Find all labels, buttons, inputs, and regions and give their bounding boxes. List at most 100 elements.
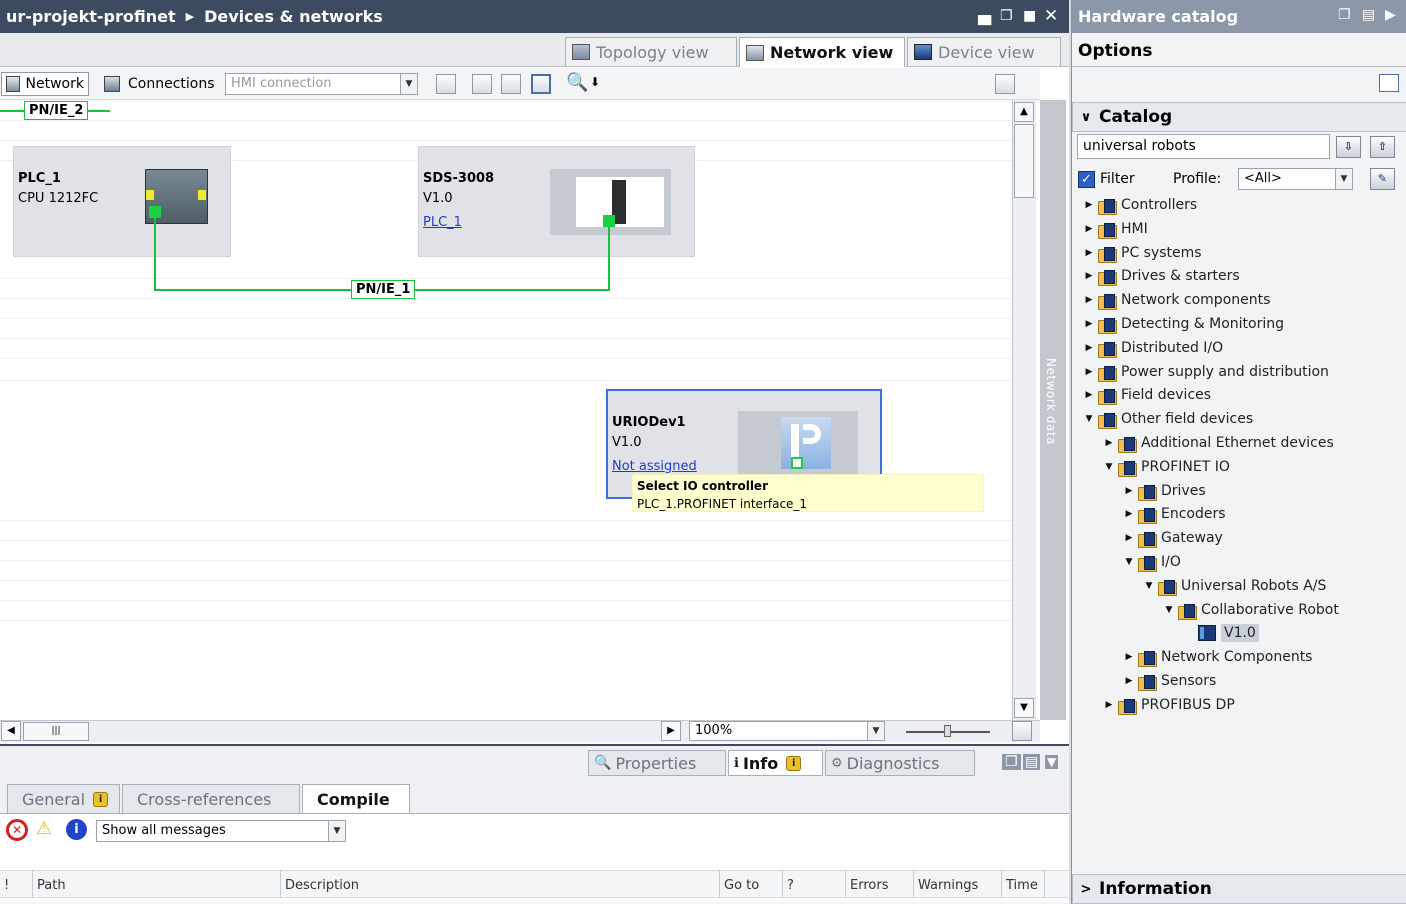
network-data-panel[interactable]: Network data xyxy=(1040,100,1066,720)
collapse-arrow-icon[interactable]: ▼ xyxy=(1124,554,1134,570)
tab-topology-view[interactable]: Topology view xyxy=(565,37,737,66)
options-view-icon[interactable] xyxy=(1379,74,1399,92)
interface-icon[interactable] xyxy=(472,74,492,94)
catalog-tree-item[interactable]: ▼ Universal Robots A/S xyxy=(1144,576,1326,596)
expand-arrow-icon[interactable]: ▶ xyxy=(1084,221,1094,237)
filter-checkbox[interactable]: ✓ xyxy=(1078,171,1095,188)
column-header[interactable]: ! xyxy=(0,870,33,898)
expand-arrow-icon[interactable]: ▶ xyxy=(1124,483,1134,499)
connections-mode-button[interactable]: Connections xyxy=(99,72,221,96)
catalog-tree-item[interactable]: ▶ Controllers xyxy=(1084,195,1197,215)
table-toggle-icon[interactable] xyxy=(531,74,551,94)
expand-arrow-icon[interactable]: ▶ xyxy=(1084,197,1094,213)
catalog-tree-item[interactable]: ▶ Additional Ethernet devices xyxy=(1104,433,1334,453)
catalog-tree-item[interactable]: ▶ Gateway xyxy=(1124,528,1223,549)
catalog-tree-item[interactable]: ▼ Other field devices xyxy=(1084,409,1253,430)
search-next-icon[interactable]: ⇩ xyxy=(1336,136,1361,158)
information-section-header[interactable]: > Information xyxy=(1072,874,1406,904)
close-icon[interactable]: ✕ xyxy=(1044,6,1058,26)
network-canvas[interactable]: PN/IE_2 PLC_1 CPU 1212FC SDS-3008 V1.0 P… xyxy=(0,100,1012,720)
expand-arrow-icon[interactable]: ▶ xyxy=(1124,673,1134,689)
options-header[interactable]: Options xyxy=(1072,35,1406,67)
subtab-compile[interactable]: Compile xyxy=(302,784,410,814)
subnet-label-main[interactable]: PN/IE_1 xyxy=(351,280,416,299)
expand-arrow-icon[interactable]: ▶ xyxy=(1084,268,1094,284)
subtab-general[interactable]: General i xyxy=(7,784,120,814)
column-header[interactable]: Warnings xyxy=(914,870,1002,898)
catalog-tree-item[interactable]: ▶ Network Components xyxy=(1124,647,1312,668)
expand-arrow-icon[interactable]: ▶ xyxy=(1124,649,1134,665)
float-panel-icon[interactable]: ❐ xyxy=(1002,754,1021,770)
connection-type-select[interactable]: HMI connection ▼ xyxy=(225,73,418,95)
expand-arrow-icon[interactable]: ▶ xyxy=(1084,245,1094,261)
tab-device-view[interactable]: Device view xyxy=(907,37,1061,66)
expand-arrow-icon[interactable]: ▶ xyxy=(1104,697,1114,713)
column-header[interactable]: Path xyxy=(33,870,281,898)
catalog-tree-item[interactable]: ▶ PC systems xyxy=(1084,243,1202,263)
catalog-tree-item[interactable]: ▶ Field devices xyxy=(1084,385,1211,406)
catalog-tree-item[interactable]: ▶ Drives xyxy=(1124,481,1206,501)
expand-arrow-icon[interactable]: ▶ xyxy=(1084,292,1094,308)
panel-layout-icon[interactable]: ▤ xyxy=(1023,754,1041,770)
collapse-arrow-icon[interactable]: ▼ xyxy=(1084,411,1094,427)
scroll-down-icon[interactable]: ▼ xyxy=(1014,698,1034,718)
catalog-search-input[interactable]: universal robots xyxy=(1077,134,1330,159)
float-panel-icon[interactable]: ❐ xyxy=(1338,7,1351,23)
profile-select[interactable]: <All> ▼ xyxy=(1238,168,1353,190)
column-header[interactable]: Errors xyxy=(846,870,914,898)
catalog-tree-item[interactable]: ▶ Detecting & Monitoring xyxy=(1084,314,1284,334)
zoom-slider-handle[interactable] xyxy=(944,725,951,737)
float-icon[interactable]: ❐ xyxy=(1000,8,1013,24)
scroll-right-icon[interactable]: ▶ xyxy=(661,721,681,741)
device-switch[interactable]: SDS-3008 V1.0 PLC_1 xyxy=(418,146,695,257)
hscroll-thumb[interactable]: ||| xyxy=(23,722,89,741)
scroll-left-icon[interactable]: ◀ xyxy=(1,721,21,741)
catalog-tree-item[interactable]: ▶ PROFIBUS DP xyxy=(1104,695,1235,715)
device-plc[interactable]: PLC_1 CPU 1212FC xyxy=(13,146,231,257)
catalog-tree-item[interactable]: ▶ HMI xyxy=(1084,219,1148,239)
canvas-vertical-scrollbar[interactable]: ▲ ▼ xyxy=(1012,100,1036,720)
catalog-tree-item[interactable]: ▶ Distributed I/O xyxy=(1084,338,1223,358)
show-names-icon[interactable] xyxy=(436,74,456,94)
expand-arrow-icon[interactable]: ▶ xyxy=(1084,387,1094,403)
layout-icon[interactable] xyxy=(995,74,1015,94)
network-mode-button[interactable]: Network xyxy=(1,72,89,96)
collapse-arrow-icon[interactable]: ▼ xyxy=(1104,459,1114,475)
expand-arrow-icon[interactable]: ▶ xyxy=(1084,316,1094,332)
catalog-tree-item[interactable]: ▶ Power supply and distribution xyxy=(1084,362,1329,382)
scroll-up-icon[interactable]: ▲ xyxy=(1014,102,1034,122)
expand-arrow-icon[interactable]: ▶ xyxy=(1124,530,1134,546)
io-controller-link[interactable]: PLC_1 xyxy=(423,215,462,230)
catalog-tree-item[interactable]: ▼ I/O xyxy=(1124,552,1181,572)
column-header[interactable]: Time xyxy=(1002,870,1045,898)
profile-settings-icon[interactable]: ✎ xyxy=(1370,168,1395,190)
column-header[interactable]: ? xyxy=(783,870,846,898)
expand-arrow-icon[interactable]: ▶ xyxy=(1104,435,1114,451)
tab-properties[interactable]: 🔍 Properties xyxy=(588,750,726,776)
zoom-menu-icon[interactable]: ⬇ xyxy=(590,75,600,89)
catalog-tree-item[interactable]: V1.0 xyxy=(1184,623,1259,643)
zoom-select[interactable]: 100% ▼ xyxy=(689,721,885,741)
tab-network-view[interactable]: Network view xyxy=(739,37,905,67)
maximize-icon[interactable]: ■ xyxy=(1023,8,1036,24)
column-header[interactable]: Go to xyxy=(720,870,783,898)
collapse-right-icon[interactable]: ▶ xyxy=(1385,7,1396,23)
ur-profinet-port[interactable] xyxy=(791,457,803,469)
expand-arrow-icon[interactable]: ▶ xyxy=(1084,340,1094,356)
collapse-panel-icon[interactable]: ▼ xyxy=(1045,755,1059,769)
tab-info[interactable]: ℹ Info i xyxy=(728,750,823,776)
panel-layout-icon[interactable]: ▤ xyxy=(1362,7,1375,23)
breadcrumb-project[interactable]: ur-projekt-profinet xyxy=(6,7,176,26)
catalog-tree-item[interactable]: ▶ Sensors xyxy=(1124,671,1216,691)
overview-icon[interactable] xyxy=(1012,721,1032,741)
search-previous-icon[interactable]: ⇧ xyxy=(1370,136,1395,158)
grid-icon[interactable] xyxy=(501,74,521,94)
catalog-tree-item[interactable]: ▶ Encoders xyxy=(1124,504,1226,525)
catalog-tree-item[interactable]: ▶ Drives & starters xyxy=(1084,266,1240,287)
expand-arrow-icon[interactable]: ▶ xyxy=(1124,506,1134,522)
collapse-arrow-icon[interactable]: ▼ xyxy=(1144,578,1154,594)
minimize-icon[interactable]: ▄ xyxy=(978,6,991,26)
not-assigned-link[interactable]: Not assigned xyxy=(612,459,697,474)
switch-profinet-port[interactable] xyxy=(603,215,615,227)
error-filter-icon[interactable]: ✕ xyxy=(6,819,28,841)
